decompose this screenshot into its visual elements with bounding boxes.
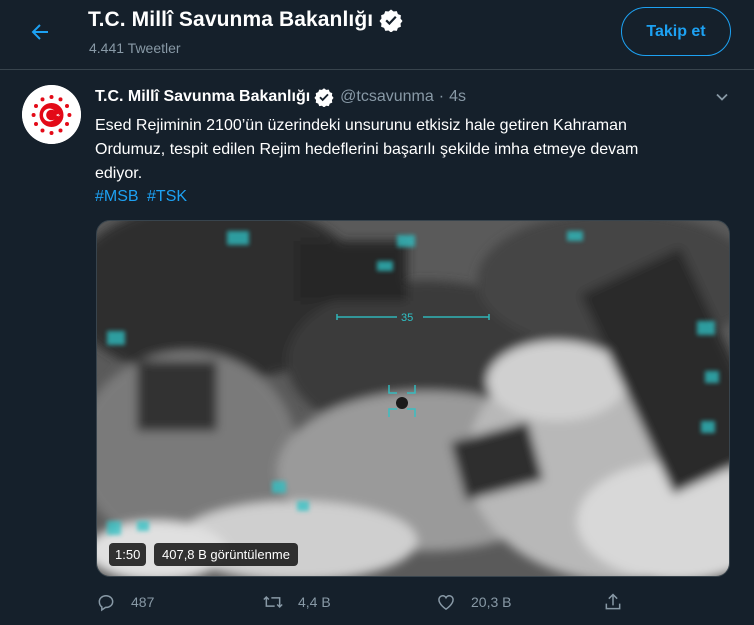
reply-button[interactable]: 487 [95,591,154,613]
ministry-logo-icon [22,85,81,144]
retweet-icon [262,591,284,613]
hashtag-link[interactable]: #TSK [147,188,187,205]
like-button[interactable]: 20,3 B [435,591,511,613]
tweet-text: Esed Rejiminin 2100’ün üzerindeki unsuru… [95,114,735,186]
verified-badge-icon [314,87,334,107]
verified-badge-icon [379,8,403,32]
video-player[interactable]: 35 1:50 407,8 B görüntülenme [96,220,730,577]
back-button[interactable] [21,13,59,51]
page-title: T.C. Millî Savunma Bakanlığı [88,8,374,31]
tweet-text-line: Esed Rejiminin 2100’ün üzerindeki unsuru… [95,117,627,134]
hashtags: #MSB #TSK [95,185,191,209]
retweet-count: 4,4 B [298,594,331,610]
tweet-author-row: T.C. Millî Savunma Bakanlığı @tcsavunma … [95,87,466,107]
separator-dot: · [438,88,445,105]
hud-readout: 35 [401,312,413,324]
header-title-row: T.C. Millî Savunma Bakanlığı [88,8,403,32]
reply-count: 487 [131,594,155,610]
video-frame: 35 [97,221,729,576]
retweet-button[interactable]: 4,4 B [262,591,331,613]
follow-button[interactable]: Takip et [621,7,731,56]
back-arrow-icon [31,24,48,40]
author-name[interactable]: T.C. Millî Savunma Bakanlığı [95,88,310,106]
share-icon [602,591,624,613]
tweet[interactable]: T.C. Millî Savunma Bakanlığı @tcsavunma … [0,71,754,625]
reply-icon [95,591,117,613]
share-button[interactable] [602,591,638,613]
like-count: 20,3 B [471,594,512,610]
like-icon [435,591,457,613]
tweet-count: 4.441 Tweetler [89,40,181,56]
video-view-count: 407,8 B görüntülenme [154,543,298,566]
tweet-menu-button[interactable] [712,87,732,107]
tweet-timestamp[interactable]: 4s [449,88,466,106]
tweet-actions: 487 4,4 B 20,3 B [95,591,735,615]
author-handle[interactable]: @tcsavunma [340,88,434,106]
avatar[interactable] [22,85,81,144]
hashtag-link[interactable]: #MSB [95,188,139,205]
video-duration: 1:50 [109,543,147,566]
tweet-text-line: Ordumuz, tespit edilen Rejim hedeflerini… [95,141,639,158]
caret-down-icon [716,93,728,101]
tweet-text-line: ediyor. [95,165,143,182]
profile-header: T.C. Millî Savunma Bakanlığı 4.441 Tweet… [0,0,754,70]
